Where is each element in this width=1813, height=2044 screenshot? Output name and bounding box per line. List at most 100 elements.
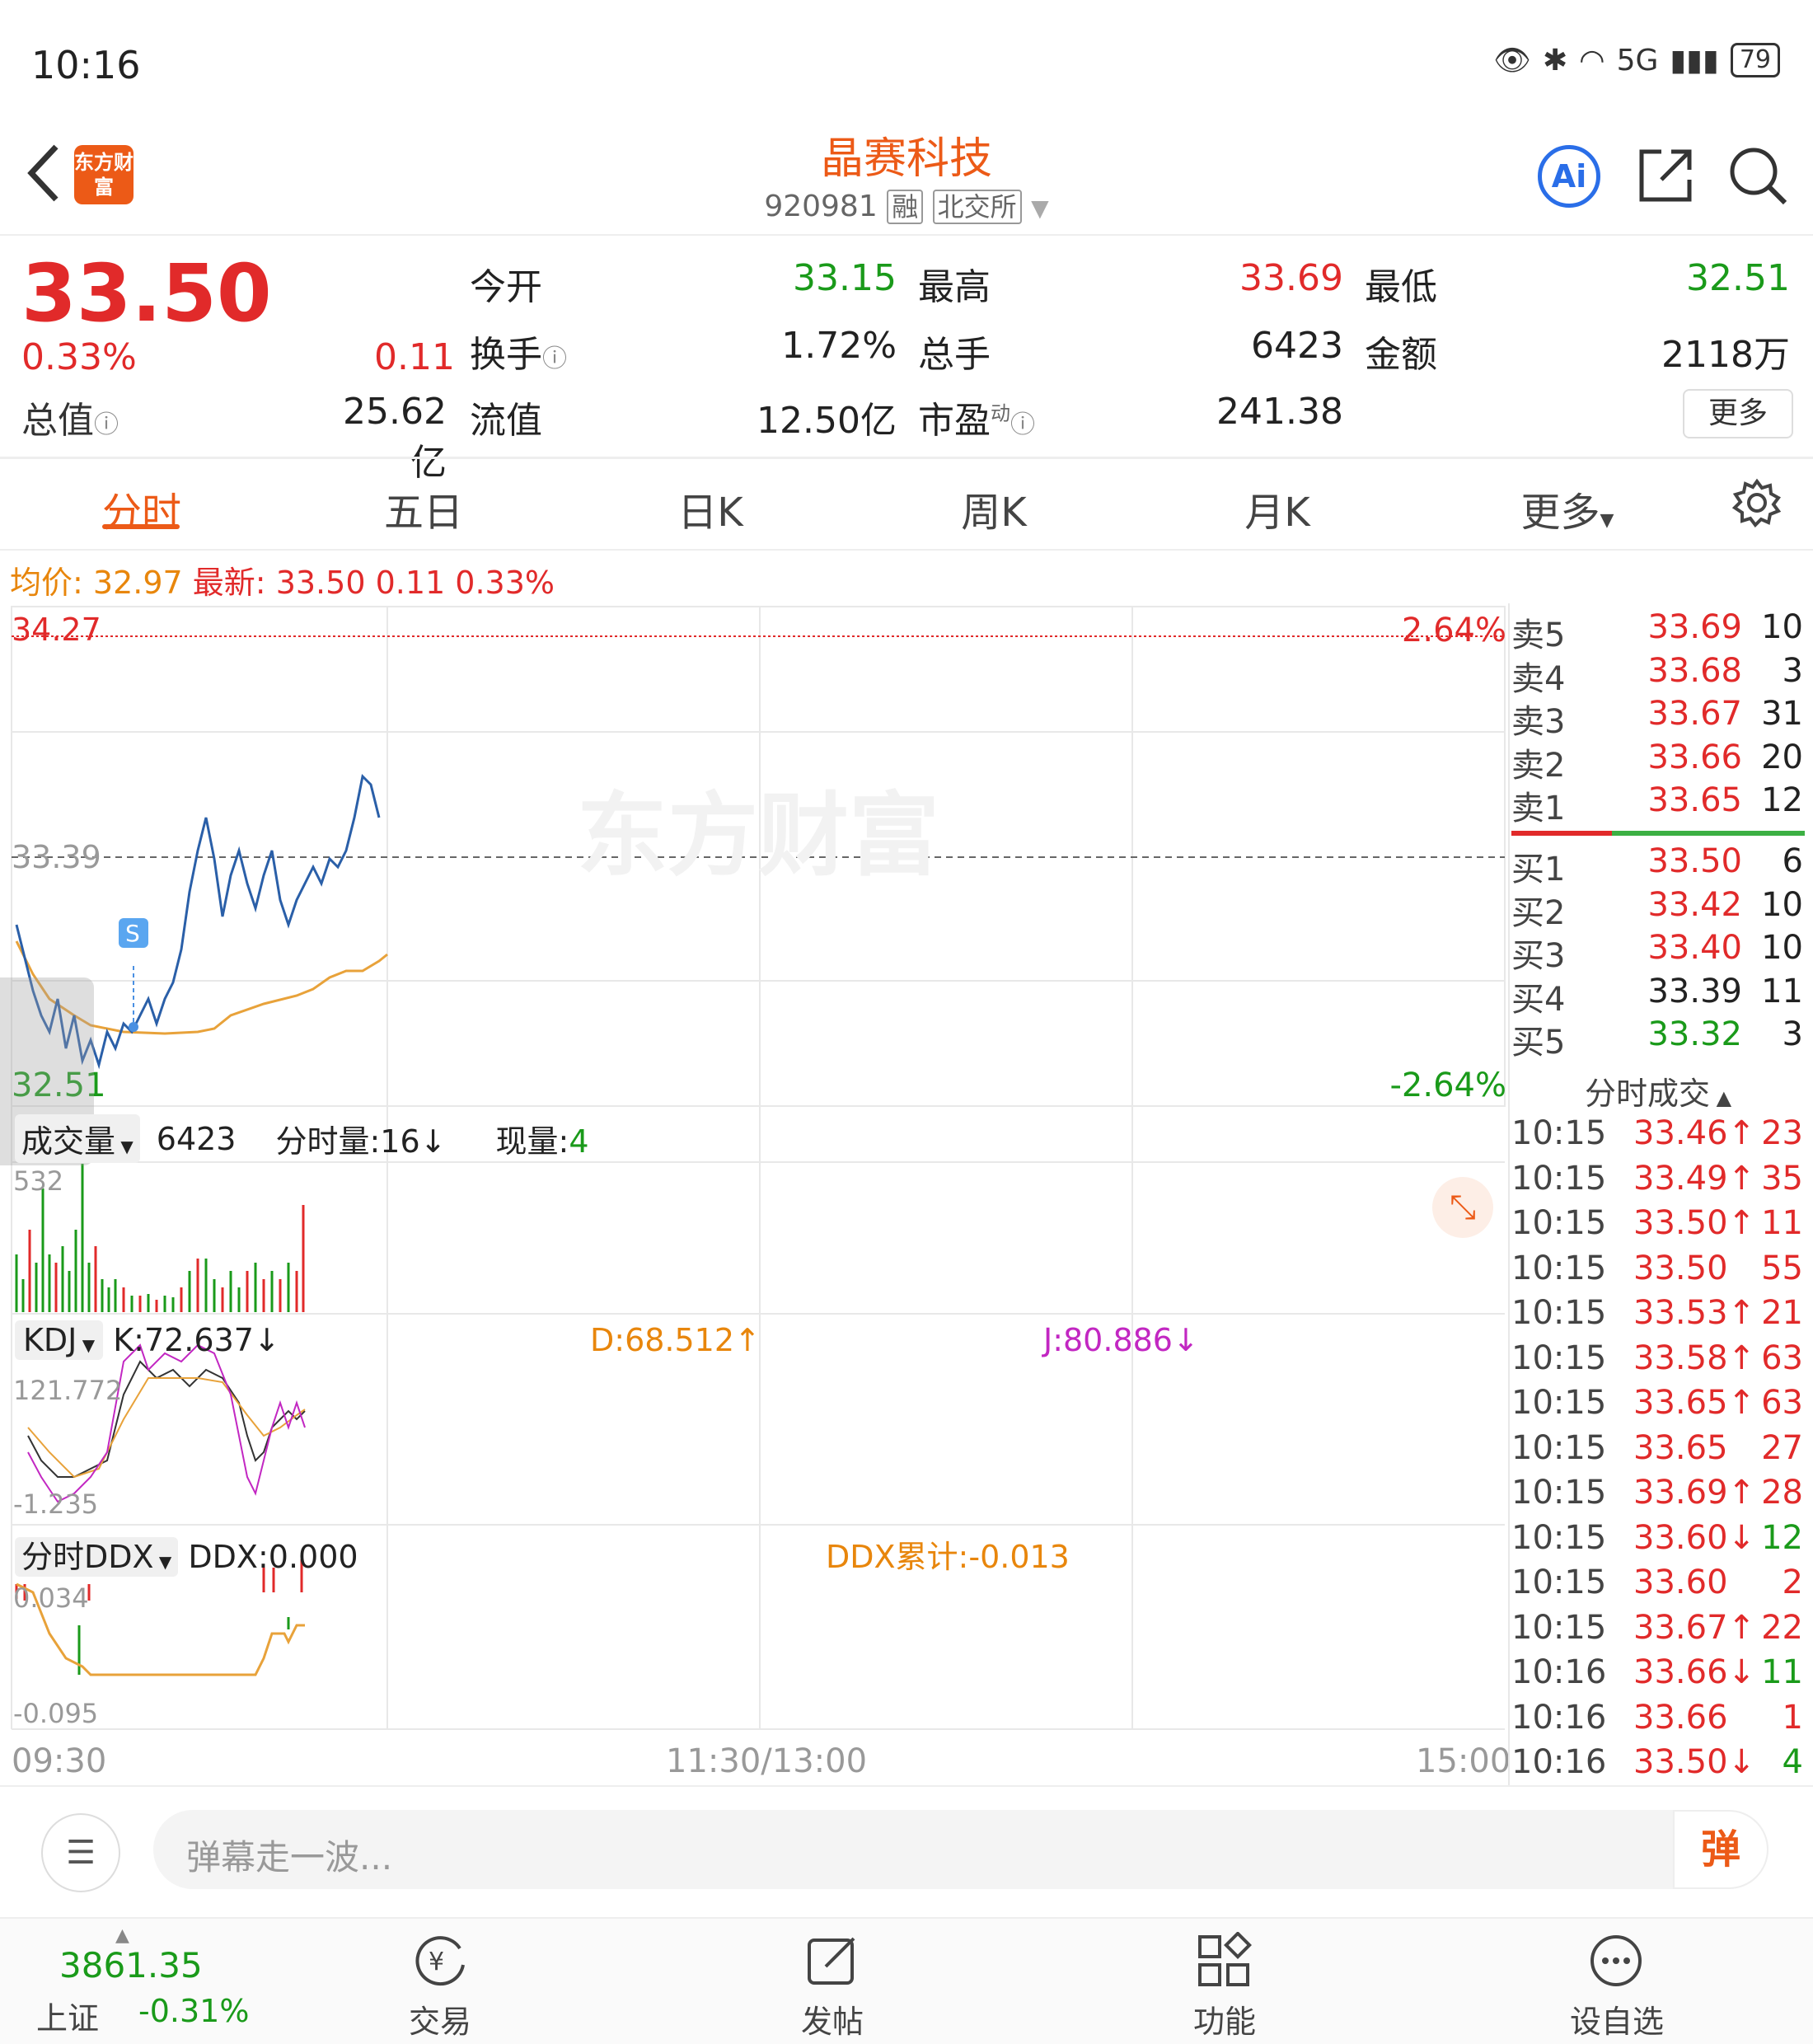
bid-row[interactable]: 买1 33.50 6 [1511, 842, 1805, 888]
tab-monthly-k[interactable]: 月K [1195, 480, 1360, 537]
info-icon: ⓘ [1010, 410, 1035, 439]
tick-qty: 28 [1761, 1474, 1803, 1512]
pe-label[interactable]: 市盈动ⓘ [918, 391, 1035, 443]
nav-add-watchlist[interactable]: 设自选 [1534, 1996, 1699, 2042]
ddx-panel-header: 分时DDX ▼ DDX:0.000 [15, 1531, 358, 1577]
ask-row[interactable]: 卖2 33.66 20 [1511, 738, 1805, 785]
tick-qty: 22 [1761, 1608, 1803, 1647]
nav-post[interactable]: 发帖 [750, 1996, 915, 2042]
turnover-value: 1.72% [781, 325, 897, 367]
time-start: 09:30 [12, 1742, 107, 1780]
tick-price: 33.60↓ [1633, 1518, 1756, 1557]
volume-panel-header: 成交量 ▼ 6423 分时量:16↓ 现量:4 [15, 1114, 589, 1163]
caret-down-icon: ▼ [115, 1137, 134, 1156]
tab-weekly-k[interactable]: 周K [911, 480, 1076, 537]
search-icon[interactable] [1727, 145, 1788, 206]
stock-subtitle[interactable]: 920981 融 北交所 ▼ [0, 186, 1813, 224]
bid-price: 33.32 [1647, 1015, 1742, 1053]
fs-volume: 分时量:16↓ [275, 1123, 447, 1160]
settings-icon[interactable] [1732, 478, 1782, 527]
volume-total: 6423 [156, 1120, 237, 1157]
tab-five-day[interactable]: 五日 [341, 480, 506, 537]
tick-qty: 63 [1761, 1338, 1803, 1377]
ask-price: 33.67 [1647, 695, 1742, 733]
tick-price: 33.60 [1633, 1563, 1728, 1601]
danmu-input[interactable]: 弹幕走一波... 弹 [153, 1810, 1768, 1889]
mktcap-label[interactable]: 总值ⓘ [21, 391, 119, 443]
bid-row[interactable]: 买2 33.42 10 [1511, 886, 1805, 932]
functions-icon[interactable] [1195, 1932, 1253, 1990]
ask-row[interactable]: 卖4 33.68 3 [1511, 652, 1805, 698]
divider [0, 234, 1813, 236]
ai-button[interactable]: Ai [1538, 145, 1600, 208]
kdj-d: D:68.512↑ [590, 1322, 761, 1358]
bluetooth-icon: ✱ [1542, 43, 1568, 77]
avg-value: 32.97 [92, 565, 183, 601]
ask-price: 33.65 [1647, 781, 1742, 819]
tick-qty: 1 [1782, 1698, 1803, 1737]
tick-row: 10:16 33.66↓ 11 [1511, 1653, 1805, 1699]
tick-qty: 11 [1761, 1653, 1803, 1691]
bid-row[interactable]: 买4 33.39 11 [1511, 972, 1805, 1019]
info-line: 均价: 32.97 最新: 33.50 0.11 0.33% [10, 557, 555, 602]
nav-trade[interactable]: 交易 [358, 1996, 522, 2042]
danmu-send-button[interactable]: 弹 [1673, 1810, 1768, 1889]
intraday-chart[interactable]: 东方财富 S [0, 603, 1508, 1757]
more-dots-icon[interactable] [1587, 1932, 1645, 1990]
post-icon[interactable] [804, 1932, 862, 1990]
tick-price: 33.69↑ [1633, 1474, 1756, 1512]
tick-time: 10:15 [1511, 1204, 1607, 1242]
tab-active-indicator [102, 524, 180, 529]
bid-row[interactable]: 买5 33.32 3 [1511, 1015, 1805, 1062]
tick-time: 10:16 [1511, 1653, 1607, 1691]
tick-row: 10:15 33.49↑ 35 [1511, 1160, 1805, 1205]
bid-qty: 11 [1761, 972, 1803, 1010]
kdj-indicator-select[interactable]: KDJ ▼ [15, 1320, 104, 1360]
float-label: 流值 [470, 400, 542, 442]
ask-row[interactable]: 卖3 33.67 31 [1511, 695, 1805, 741]
divider [0, 1785, 1813, 1787]
index-value[interactable]: 3861.35 [59, 1945, 203, 1985]
bid-price: 33.40 [1647, 929, 1742, 967]
comment-list-icon[interactable]: ☰ [41, 1813, 120, 1892]
time-mid: 11:30/13:00 [666, 1742, 868, 1780]
tick-row: 10:15 33.69↑ 28 [1511, 1474, 1805, 1519]
exchange-tag: 北交所 [932, 190, 1022, 224]
high-value: 33.69 [1239, 257, 1343, 299]
ticks-title[interactable]: 分时成交 ▲ [1511, 1068, 1805, 1113]
tick-time: 10:15 [1511, 1518, 1607, 1557]
ask-label: 卖1 [1511, 790, 1566, 827]
tick-qty: 2 [1782, 1563, 1803, 1601]
tick-row: 10:15 33.46↑ 23 [1511, 1114, 1805, 1160]
tick-row: 10:16 33.66 1 [1511, 1699, 1805, 1744]
ask-row[interactable]: 卖5 33.69 10 [1511, 608, 1805, 654]
bid-row[interactable]: 买3 33.40 10 [1511, 929, 1805, 975]
tick-time: 10:15 [1511, 1338, 1607, 1377]
kdj-bottom-label: -1.235 [13, 1488, 99, 1520]
float-value: 12.50亿 [757, 400, 897, 442]
kdj-top-label: 121.772 [13, 1375, 123, 1406]
trade-icon[interactable]: ¥ [412, 1932, 470, 1990]
bid-label: 买5 [1511, 1024, 1566, 1062]
expand-icon[interactable]: ⤡ [1432, 1177, 1493, 1238]
tab-daily-k[interactable]: 日K [628, 480, 793, 537]
tick-time: 10:15 [1511, 1563, 1607, 1601]
ddx-indicator-select[interactable]: 分时DDX ▼ [15, 1537, 179, 1577]
more-button[interactable]: 更多 [1683, 389, 1793, 438]
change-pct: 0.33% [21, 336, 137, 378]
tick-row: 10:15 33.65↑ 63 [1511, 1384, 1805, 1429]
nav-functions[interactable]: 功能 [1142, 1996, 1307, 2042]
latest-change: 0.11 [375, 565, 446, 601]
tab-more[interactable]: 更多▼ [1485, 480, 1650, 537]
bid-qty: 3 [1782, 1015, 1803, 1053]
stock-code: 920981 [764, 190, 878, 223]
kdj-k: K:72.637 [113, 1322, 254, 1358]
amount-value: 2118万 [1661, 334, 1790, 376]
tick-qty: 27 [1761, 1428, 1803, 1467]
ask-row[interactable]: 卖1 33.65 12 [1511, 781, 1805, 827]
turnover-label[interactable]: 换手ⓘ [470, 325, 567, 377]
tick-time: 10:15 [1511, 1474, 1607, 1512]
share-icon[interactable] [1637, 147, 1694, 204]
pe-value: 241.38 [1216, 391, 1343, 433]
volume-indicator-select[interactable]: 成交量 ▼ [15, 1114, 140, 1163]
